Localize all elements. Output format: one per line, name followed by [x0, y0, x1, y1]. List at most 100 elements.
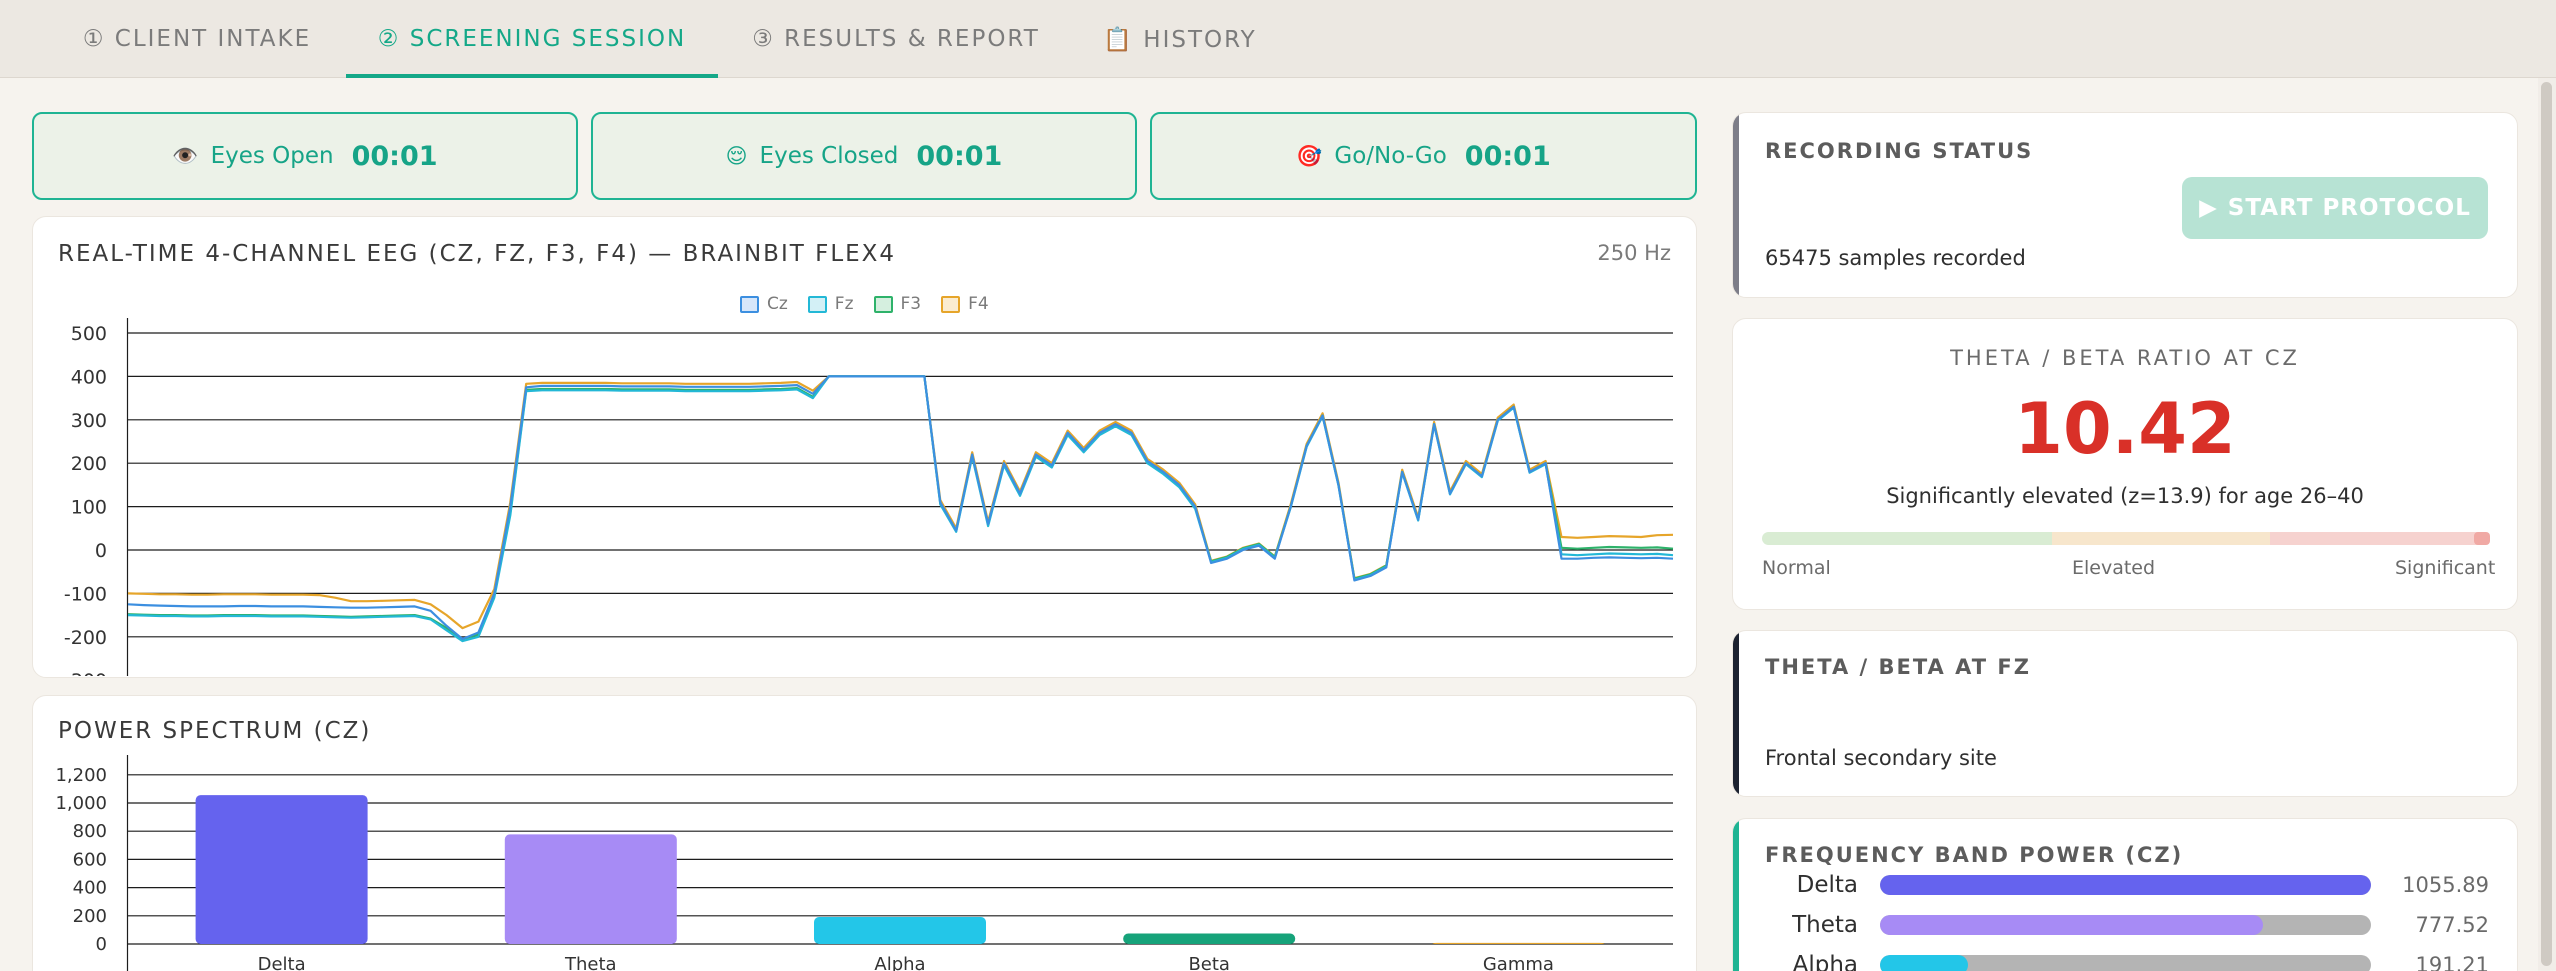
y-tick-label: 300 [71, 410, 107, 432]
eye-icon: 👁️ [172, 143, 199, 168]
y-tick-label: -300 [64, 670, 107, 676]
tbr-scale-bar [1762, 532, 2490, 545]
legend-label: Cz [767, 294, 788, 314]
timer-value: 00:01 [916, 140, 1003, 172]
eeg-series-cz [127, 375, 1674, 641]
scale-elevated-zone [2052, 532, 2270, 545]
scale-normal-zone [1762, 532, 2052, 545]
tbr-cz-title: THETA / BETA RATIO AT CZ [1950, 346, 2300, 370]
timer-value: 00:01 [1464, 140, 1551, 172]
band-fill [1880, 875, 2371, 895]
relieved-face-icon: 😌 [725, 144, 748, 168]
tab-results-report[interactable]: ③ RESULTS & REPORT [748, 0, 1044, 78]
legend-swatch [873, 295, 893, 313]
recording-title: RECORDING STATUS [1765, 139, 2034, 163]
page-scrollbar-thumb[interactable] [2541, 82, 2552, 966]
y-tick-label: 600 [73, 849, 107, 870]
tab-client-intake[interactable]: ① CLIENT INTAKE [72, 0, 322, 78]
card-accent [1733, 631, 1739, 796]
y-tick-label: 0 [96, 934, 107, 955]
y-tick-label: 100 [71, 497, 107, 519]
y-tick-label: 400 [73, 878, 107, 899]
y-tick-label: 500 [71, 323, 107, 345]
y-tick-label: 200 [71, 453, 107, 475]
bar-beta [1123, 933, 1296, 944]
tab-bar: ① CLIENT INTAKE ② SCREENING SESSION ③ RE… [0, 0, 2556, 78]
scale-label-elevated: Elevated [2072, 557, 2156, 579]
band-label: Alpha [1792, 952, 1858, 971]
tbr-cz-value: 10.42 [2014, 388, 2236, 470]
legend-label: F3 [900, 294, 922, 314]
band-row-theta: Theta 777.52 [1760, 910, 2490, 940]
bar-gamma [1432, 942, 1605, 944]
eeg-series-f4 [127, 375, 1674, 630]
scale-label-normal: Normal [1762, 557, 1831, 579]
x-tick-label: Delta [258, 954, 306, 971]
legend-item-f3[interactable]: F3 [873, 294, 922, 314]
start-protocol-label: START PROTOCOL [2227, 195, 2471, 221]
tbr-marker [2474, 532, 2490, 545]
band-value: 191.21 [2415, 953, 2489, 971]
band-track [1880, 875, 2371, 895]
y-tick-label: 1,000 [55, 793, 107, 814]
x-tick-label: Gamma [1483, 954, 1554, 971]
band-fill [1880, 955, 1969, 971]
samples-recorded: 65475 samples recorded [1765, 246, 2026, 270]
tbr-fz-note: Frontal secondary site [1765, 746, 1997, 770]
y-tick-label: 400 [71, 366, 107, 388]
y-tick-label: 200 [73, 906, 107, 927]
eeg-title: REAL-TIME 4-CHANNEL EEG (CZ, FZ, F3, F4)… [58, 241, 897, 267]
band-row-alpha: Alpha 191.21 [1760, 950, 2490, 971]
bar-theta [504, 834, 677, 944]
band-label: Delta [1796, 872, 1858, 898]
legend-swatch [807, 295, 827, 313]
scale-label-significant: Significant [2395, 557, 2496, 579]
legend-swatch [740, 295, 759, 313]
legend-label: F4 [968, 294, 989, 314]
y-tick-label: 0 [95, 540, 107, 562]
timer-go-no-go[interactable]: 🎯 Go/No-Go 00:01 [1150, 112, 1697, 200]
tab-screening-session[interactable]: ② SCREENING SESSION [346, 0, 718, 78]
tbr-cz-note: Significantly elevated (z=13.9) for age … [1886, 484, 2364, 508]
band-value: 1055.89 [2402, 873, 2489, 897]
sample-rate: 250 Hz [1597, 241, 1671, 265]
play-icon: ▶ [2199, 195, 2218, 221]
tbr-fz-title: THETA / BETA AT FZ [1765, 655, 2031, 679]
start-protocol-button[interactable]: ▶ START PROTOCOL [2182, 177, 2488, 239]
eeg-chart: 500 400 300 200 100 0 -100 -200 -300 [64, 318, 1674, 676]
legend-item-cz[interactable]: Cz [740, 294, 788, 314]
x-tick-label: Beta [1188, 954, 1230, 971]
power-spectrum-chart: 0 200 400 600 800 1,000 1,200 Delta Theta Alpha Be… [55, 755, 1673, 971]
band-row-delta: Delta 1055.89 [1760, 870, 2490, 900]
timer-label: Eyes Open [210, 143, 334, 169]
eeg-legend: Cz Fz F3 F4 [740, 294, 989, 314]
timer-label: Eyes Closed [759, 143, 899, 169]
timer-eyes-closed[interactable]: 😌 Eyes Closed 00:01 [591, 112, 1137, 200]
band-track [1880, 915, 2371, 935]
legend-label: Fz [834, 294, 854, 314]
bar-delta [195, 795, 368, 944]
x-tick-label: Theta [564, 954, 617, 971]
target-icon: 🎯 [1296, 143, 1323, 168]
band-power-list: Delta 1055.89 Theta 777.52 Alpha 191.21 [1732, 818, 2518, 971]
band-fill [1880, 915, 2263, 935]
band-label: Theta [1792, 912, 1858, 938]
y-tick-label: 1,200 [55, 765, 107, 786]
y-tick-label: -100 [64, 583, 107, 605]
band-track [1880, 955, 2371, 971]
timer-eyes-open[interactable]: 👁️ Eyes Open 00:01 [32, 112, 578, 200]
legend-swatch [941, 295, 961, 313]
spectrum-title: POWER SPECTRUM (CZ) [58, 718, 372, 744]
eeg-series-f3 [127, 375, 1674, 641]
scale-significant-zone [2270, 532, 2490, 545]
timer-value: 00:01 [351, 140, 438, 172]
legend-item-fz[interactable]: Fz [807, 294, 854, 314]
tab-history[interactable]: 📋 HISTORY [1096, 0, 1264, 78]
card-accent [1733, 113, 1739, 297]
x-tick-label: Alpha [874, 954, 925, 971]
band-value: 777.52 [2415, 913, 2489, 937]
timer-label: Go/No-Go [1334, 143, 1447, 169]
bar-alpha [814, 917, 986, 944]
y-tick-label: 800 [73, 821, 107, 842]
legend-item-f4[interactable]: F4 [941, 294, 989, 314]
